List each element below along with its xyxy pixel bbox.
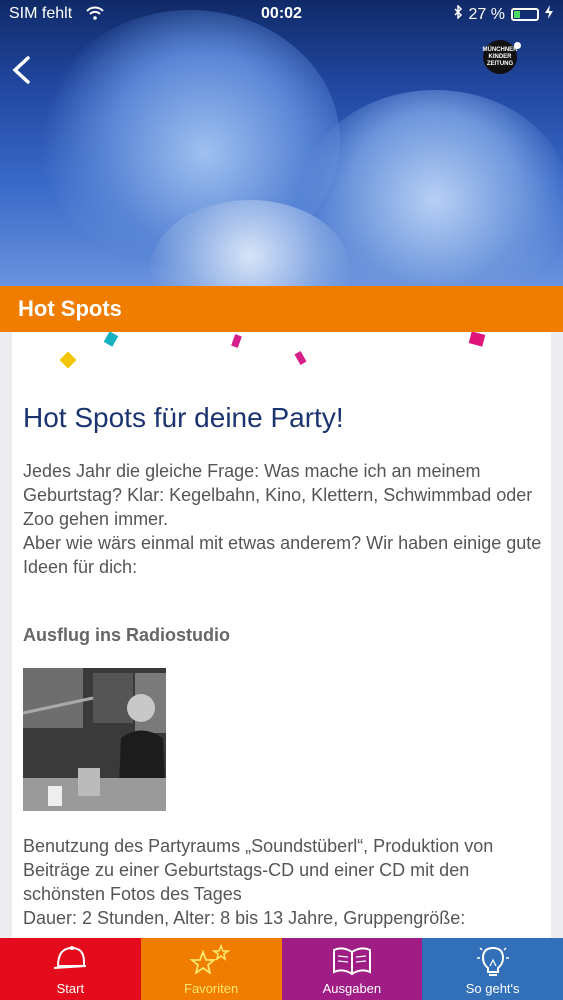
lightbulb-icon (476, 946, 509, 976)
logo-text: MÜNCHNER KINDER ZEITUNG (482, 46, 518, 67)
confetti-piece (103, 332, 119, 347)
section-header: Hot Spots (0, 286, 563, 332)
tab-so-gehts-label: So geht's (465, 981, 520, 996)
tab-start-label: Start (56, 981, 85, 996)
tab-so-gehts[interactable]: So geht's (422, 938, 563, 1000)
battery-icon (511, 8, 539, 21)
brand-logo: MÜNCHNER KINDER ZEITUNG (482, 40, 518, 74)
tab-start[interactable]: Start (0, 938, 141, 1000)
desc-paragraph-1: Benutzung des Partyraums „Soundstüberl“,… (23, 836, 494, 904)
article-intro: Jedes Jahr die gleiche Frage: Was mache … (23, 459, 543, 579)
confetti-piece (231, 334, 242, 348)
subheading: Ausflug ins Radiostudio (23, 625, 230, 645)
status-bar: SIM fehlt 00:02 27 % (0, 0, 563, 30)
tab-ausgaben-label: Ausgaben (322, 981, 382, 996)
confetti-piece (468, 332, 486, 347)
confetti-piece (294, 351, 307, 365)
intro-paragraph-1: Jedes Jahr die gleiche Frage: Was mache … (23, 461, 533, 529)
stars-icon (189, 944, 231, 974)
tab-favoriten[interactable]: Favoriten (140, 938, 282, 1000)
battery-percent: 27 % (468, 5, 505, 23)
chevron-left-icon (12, 56, 30, 84)
back-button[interactable] (10, 55, 46, 91)
tab-ausgaben[interactable]: Ausgaben (281, 938, 423, 1000)
article-description: Benutzung des Partyraums „Soundstüberl“,… (23, 834, 543, 930)
tab-favoriten-label: Favoriten (184, 981, 239, 996)
desc-paragraph-2: Dauer: 2 Stunden, Alter: 8 bis 13 Jahre,… (23, 908, 466, 928)
article-card: Hot Spots für deine Party! Jedes Jahr di… (12, 332, 551, 938)
logo-dot (514, 42, 521, 49)
hero-banner: SIM fehlt 00:02 27 % MÜNCHNER KINDER ZEI… (0, 0, 563, 286)
cap-icon (54, 946, 87, 969)
bottom-tab-bar: Start Favoriten Ausgaben So geht's (0, 938, 563, 1000)
article-title: Hot Spots für deine Party! (23, 402, 344, 433)
section-title: Hot Spots (18, 296, 122, 321)
radiostudio-photo[interactable] (23, 668, 166, 811)
intro-paragraph-2: Aber wie wärs einmal mit etwas anderem? … (23, 533, 542, 577)
bluetooth-icon (454, 4, 463, 24)
confetti-piece (59, 351, 77, 369)
book-icon (332, 947, 371, 976)
charging-icon (545, 5, 553, 24)
photo-illustration (23, 668, 166, 811)
